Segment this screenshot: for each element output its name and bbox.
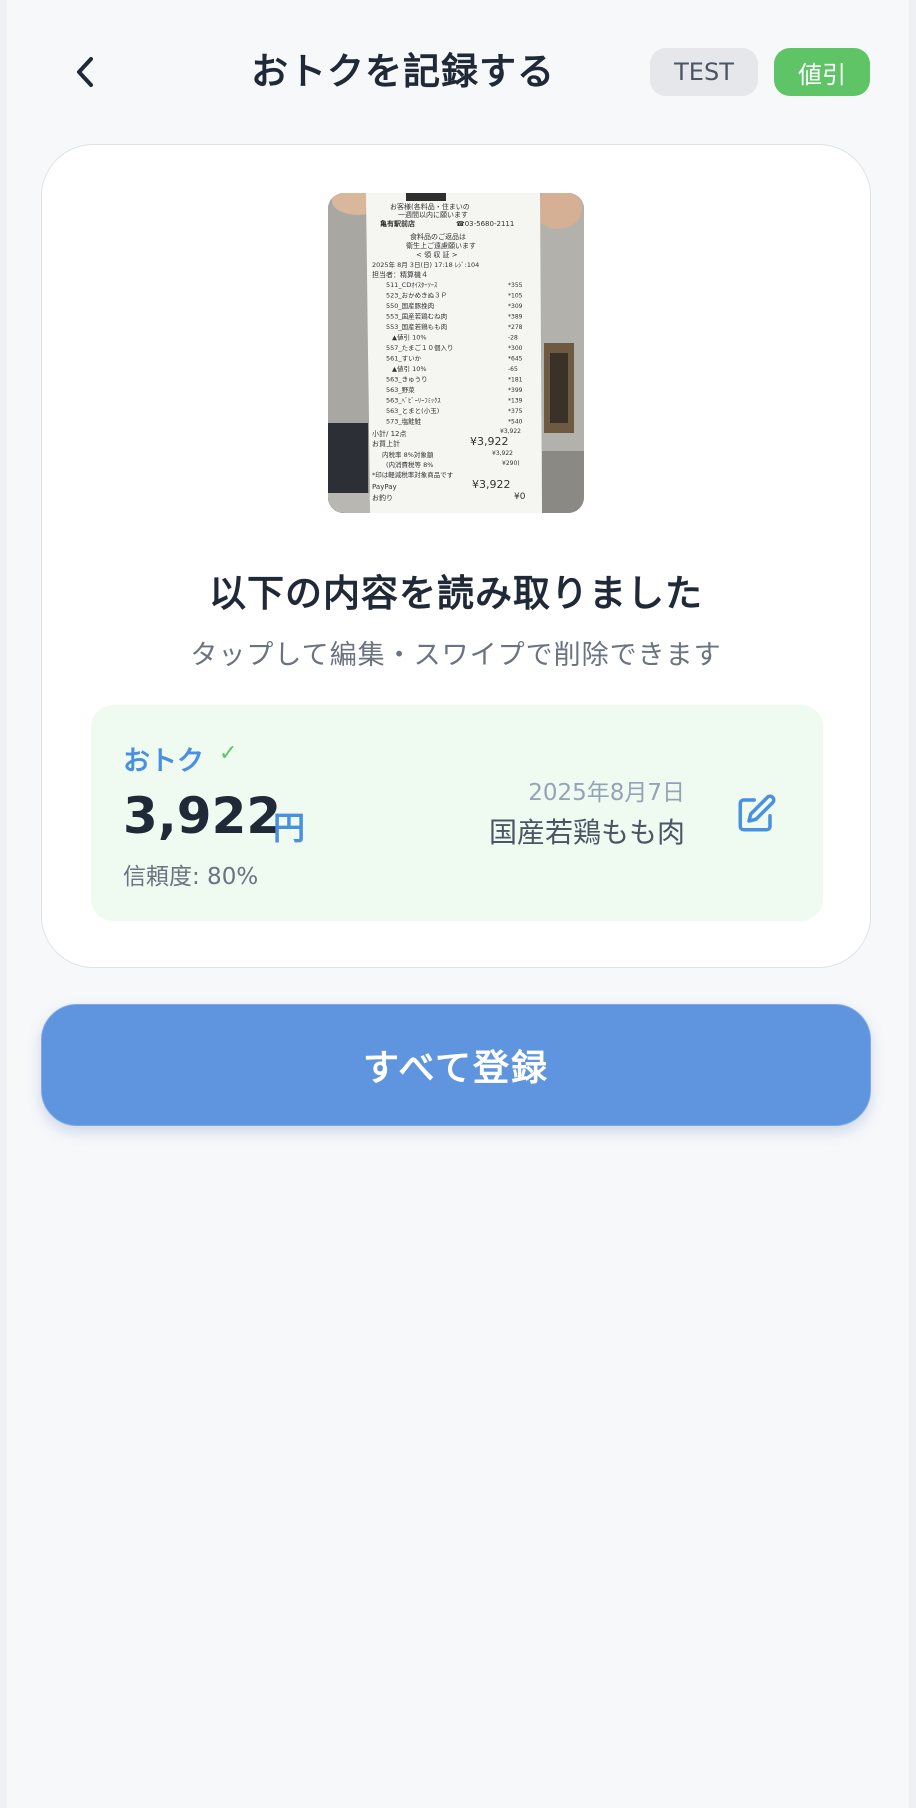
test-button[interactable]: TEST [650,48,758,96]
receipt-line-price: *645 [508,356,523,363]
back-button[interactable] [65,48,105,96]
receipt-line-price: *139 [508,398,523,405]
receipt-notice1: 食料品のご返品は [410,232,466,241]
receipt-line-price: *181 [508,377,523,384]
receipt-line-name: 563_野菜 [386,385,415,394]
read-result-hint: タップして編集・スワイプで削除できます [190,640,722,671]
receipt-line-name: 563_きゅうり [386,376,428,384]
receipt-line-price: *375 [508,408,523,415]
receipt-tax-label: 内税率 8%対象額 [382,450,434,459]
receipt-line-name: 511_CDｵｲｽﾀｰｿｰｽ [386,281,438,289]
receipt-tax-base: ¥3,922 [492,450,513,457]
item-amount: 3,922 [123,787,282,845]
receipt-line-price: *278 [508,324,523,331]
receipt-line-name: 557_たまご１０個入り [386,343,453,352]
receipt-notice2: 衛生上ご遠慮願います [406,241,476,250]
page-title: おトクを記録する [251,50,555,93]
item-name: 国産若鶏もも肉 [488,816,685,849]
scanned-item-row[interactable]: おトク ✓ 3,922 円 信頼度: 80% 2025年8月7日 国産若鶏もも肉 [91,705,823,921]
receipt-line-price: *399 [508,387,523,394]
register-all-button[interactable]: すべて登録 [41,1004,871,1126]
receipt-reduced-note: *印は軽減税率対象商品です [372,470,454,479]
receipt-line-name: ▲値引 10% [392,364,427,373]
receipt-line-name: 563_ﾍﾞﾋﾞｰﾘｰﾌﾐｯｸｽ [386,397,441,405]
receipt-line-price: *309 [508,303,523,310]
receipt-line-name: 550_国産豚挽肉 [386,301,434,310]
receipt-line-name: ▲値引 10% [392,333,427,342]
receipt-line-name: 561_すいか [386,355,422,363]
currency-label: 円 [273,809,306,847]
edit-icon [738,794,776,832]
receipt-line-price: *300 [508,345,523,352]
receipt-pay-label: PayPay [372,483,397,491]
chevron-left-icon [77,57,93,87]
confidence-label: 信頼度: 80% [123,864,259,890]
edit-button[interactable] [735,793,777,835]
receipt-total: ¥3,922 [470,435,509,448]
receipt-datetime: 2025年 8月 3日(日) 17:18 ﾚｼﾞ:104 [372,260,479,269]
receipt-total-label: お買上計 [372,439,400,448]
svg-text:お客様(各料品・住まいの: お客様(各料品・住まいの [390,202,470,211]
receipt-subtotal-label: 小計/ 12点 [372,429,407,438]
svg-text:一週間以内に願います: 一週間以内に願います [398,210,468,219]
receipt-photo: お客様(各料品・住まいの 一週間以内に願います 亀有駅前店 ☎03-5680-2… [328,193,584,513]
read-result-heading: 以下の内容を読み取りました [209,572,703,615]
receipt-tax-inner-label: (内消費税等 8% [386,460,433,469]
receipt-phone: ☎03-5680-2111 [456,220,514,228]
receipt-line-price: *389 [508,314,523,321]
receipt-tax-inner: ¥290) [502,460,520,467]
receipt-line-price: -28 [508,335,518,342]
receipt-staff: 担当者：精算機４ [372,270,428,279]
receipt-line-price: *355 [508,282,523,289]
receipt-pay: ¥3,922 [472,478,511,491]
discount-button[interactable]: 値引 [774,48,870,96]
receipt-line-price: *105 [508,293,523,300]
item-date: 2025年8月7日 [528,780,685,806]
scan-result-card: お客様(各料品・住まいの 一週間以内に願います 亀有駅前店 ☎03-5680-2… [41,144,871,968]
receipt-store: 亀有駅前店 [379,219,415,228]
item-type-label: おトク [123,746,204,777]
receipt-line-name: 553_国産若鶏むね肉 [386,312,447,321]
screen: おトクを記録する TEST 値引 お客様(各料品・住まいの 一週間以内に願います… [7,0,909,1808]
receipt-line-name: 573_塩鮭鮭 [386,417,422,426]
receipt-change-label: お釣り [372,493,393,502]
receipt-line-price: *540 [508,419,523,426]
receipt-line-price: -65 [508,366,518,373]
receipt-doc-title: < 領 収 証 > [416,250,458,259]
receipt-change: ¥0 [514,492,526,502]
receipt-line-name: 523_おかめきぬ３Ｐ [386,292,447,300]
receipt-line-name: 563_とまと(小玉) [386,406,439,415]
check-icon: ✓ [219,741,238,766]
receipt-subtotal: ¥3,922 [500,428,521,435]
receipt-line-name: 553_国産若鶏もも肉 [386,322,447,331]
